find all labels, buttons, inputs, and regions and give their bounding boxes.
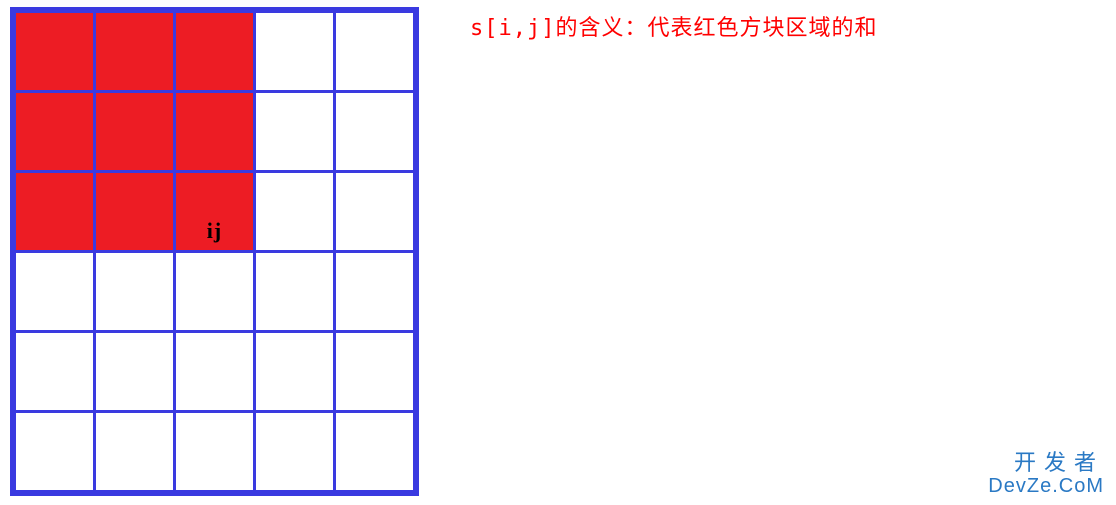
grid-cell (15, 252, 95, 332)
cell-marker-label: ij (207, 218, 222, 244)
watermark-line2: DevZe.CoM (988, 475, 1104, 497)
diagram-canvas: ij s[i,j]的含义：代表红色方块区域的和 开发者 DevZe.CoM (0, 0, 1116, 505)
grid-cell (95, 92, 175, 172)
grid-cell (15, 172, 95, 252)
grid-cell (255, 252, 335, 332)
grid-cell (175, 92, 255, 172)
grid-cell (95, 412, 175, 492)
grid-cell (15, 412, 95, 492)
grid-cell (335, 12, 415, 92)
grid-cell (15, 332, 95, 412)
grid-cell (255, 412, 335, 492)
grid-cell (255, 92, 335, 172)
grid-cell (335, 332, 415, 412)
grid-cell (95, 12, 175, 92)
grid-cell (95, 332, 175, 412)
grid-cell (175, 412, 255, 492)
grid-cell (335, 412, 415, 492)
grid-cell (255, 12, 335, 92)
watermark: 开发者 DevZe.CoM (988, 451, 1104, 497)
grid-cell (175, 12, 255, 92)
prefix-sum-grid: ij (10, 7, 419, 496)
grid-cell (175, 252, 255, 332)
watermark-line1: 开发者 (988, 451, 1104, 475)
grid-cell (335, 172, 415, 252)
grid-cell: ij (175, 172, 255, 252)
grid-cell (95, 172, 175, 252)
grid-cell (95, 252, 175, 332)
grid-cell (255, 332, 335, 412)
grid-cell (335, 252, 415, 332)
grid-cell (335, 92, 415, 172)
grid-table: ij (13, 10, 416, 493)
caption-text: s[i,j]的含义：代表红色方块区域的和 (470, 10, 877, 42)
grid-cell (15, 92, 95, 172)
grid-cell (15, 12, 95, 92)
grid-cell (255, 172, 335, 252)
grid-cell (175, 332, 255, 412)
